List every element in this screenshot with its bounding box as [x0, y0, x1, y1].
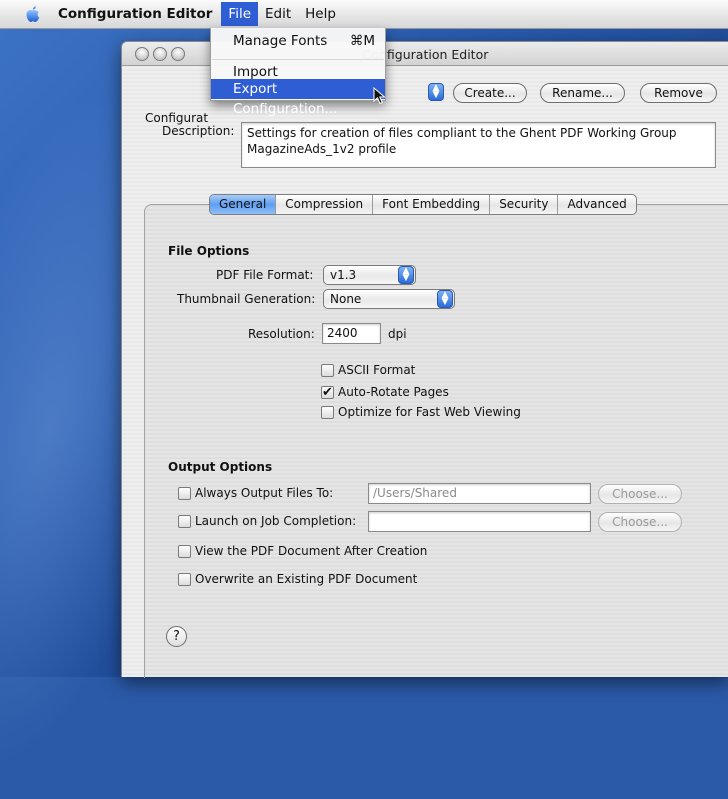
- optimize-web-label: Optimize for Fast Web Viewing: [338, 405, 521, 419]
- description-line-2: MagazineAds_1v2 profile: [247, 142, 397, 156]
- menu-bar: Configuration Editor File Edit Help: [0, 0, 728, 29]
- description-line-1: Settings for creation of files compliant…: [247, 126, 677, 140]
- configuration-editor-window: Configuration Editor Configurat ▲ ▼ Creat…: [121, 41, 728, 678]
- view-after-creation-checkbox[interactable]: [178, 545, 191, 558]
- configuration-popup-arrow-icon[interactable]: ▲ ▼: [428, 83, 444, 101]
- launch-application-field[interactable]: [368, 511, 591, 532]
- tab-compression[interactable]: Compression: [276, 195, 374, 214]
- thumbnail-popup[interactable]: None ▲ ▼: [323, 289, 455, 309]
- always-output-path-field[interactable]: /Users/Shared: [368, 483, 591, 504]
- ascii-format-label: ASCII Format: [338, 363, 416, 377]
- auto-rotate-checkbox[interactable]: ✔: [321, 386, 334, 399]
- manage-fonts-shortcut: ⌘M: [349, 33, 375, 49]
- tab-font-embedding[interactable]: Font Embedding: [373, 195, 491, 214]
- menu-help[interactable]: Help: [298, 2, 343, 26]
- optimize-web-checkbox[interactable]: [321, 406, 334, 419]
- file-menu-dropdown: Manage Fonts ⌘M Import Configuration... …: [210, 28, 386, 117]
- pdf-format-label: PDF File Format:: [216, 268, 314, 282]
- tab-general[interactable]: General: [210, 195, 277, 214]
- resolution-input[interactable]: 2400: [322, 323, 381, 344]
- always-output-label: Always Output Files To:: [195, 486, 334, 500]
- tab-security[interactable]: Security: [490, 195, 559, 214]
- launch-on-completion-checkbox[interactable]: [178, 515, 191, 528]
- configuration-label: Configurat: [145, 111, 209, 125]
- tab-bar: General Compression Font Embedding Secur…: [209, 194, 637, 215]
- file-options-title: File Options: [168, 244, 250, 258]
- menu-item-export-configuration[interactable]: Export Configuration...: [211, 79, 385, 117]
- description-label: Description:: [162, 124, 235, 138]
- rename-button[interactable]: Rename...: [540, 83, 625, 103]
- popup-arrows-icon: ▲ ▼: [398, 266, 414, 284]
- launch-on-completion-label: Launch on Job Completion:: [195, 514, 357, 528]
- manage-fonts-label: Manage Fonts: [233, 33, 328, 49]
- overwrite-pdf-label: Overwrite an Existing PDF Document: [195, 572, 418, 586]
- always-output-checkbox[interactable]: [178, 487, 191, 500]
- choose-output-button[interactable]: Choose...: [598, 484, 682, 504]
- menu-file[interactable]: File: [221, 2, 258, 26]
- thumbnail-value: None: [330, 292, 362, 306]
- menu-item-manage-fonts[interactable]: Manage Fonts ⌘M: [211, 31, 385, 51]
- thumbnail-label: Thumbnail Generation:: [177, 292, 316, 306]
- popup-arrows-icon: ▲ ▼: [437, 290, 453, 308]
- output-options-title: Output Options: [168, 460, 273, 474]
- resolution-unit: dpi: [388, 327, 407, 341]
- auto-rotate-label: Auto-Rotate Pages: [338, 385, 449, 399]
- menu-edit[interactable]: Edit: [258, 2, 298, 26]
- ascii-format-checkbox[interactable]: [321, 364, 334, 377]
- apple-menu-icon[interactable]: [22, 3, 44, 25]
- help-button[interactable]: ?: [166, 626, 187, 647]
- create-button[interactable]: Create...: [453, 83, 527, 103]
- pdf-format-popup[interactable]: v1.3 ▲ ▼: [323, 265, 416, 285]
- app-menu[interactable]: Configuration Editor: [58, 6, 212, 22]
- overwrite-pdf-checkbox[interactable]: [178, 573, 191, 586]
- tab-advanced[interactable]: Advanced: [558, 195, 635, 214]
- choose-launch-button[interactable]: Choose...: [598, 512, 682, 532]
- remove-button[interactable]: Remove: [640, 83, 717, 103]
- description-textarea[interactable]: Settings for creation of files compliant…: [241, 122, 716, 168]
- pdf-format-value: v1.3: [330, 268, 357, 282]
- view-after-creation-label: View the PDF Document After Creation: [195, 544, 428, 558]
- resolution-label: Resolution:: [248, 327, 315, 341]
- mouse-pointer-icon: [373, 87, 386, 105]
- menu-separator: [212, 59, 384, 60]
- export-configuration-label: Export Configuration...: [233, 81, 338, 117]
